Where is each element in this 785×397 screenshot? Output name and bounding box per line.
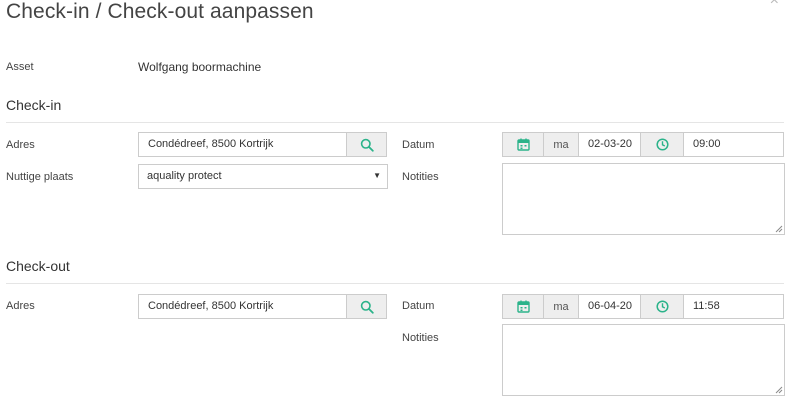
checkout-date-input[interactable]: 06-04-20 xyxy=(578,294,641,319)
search-icon xyxy=(360,300,374,314)
checkin-calendar-button[interactable] xyxy=(502,132,544,157)
checkin-place-select[interactable]: aquality protect ▼ xyxy=(138,164,388,189)
checkout-notes-label: Notities xyxy=(402,332,439,344)
close-icon[interactable]: × xyxy=(770,0,779,10)
checkout-date-label: Datum xyxy=(402,300,435,312)
asset-value: Wolfgang boormachine xyxy=(138,60,262,74)
checkout-calendar-button[interactable] xyxy=(502,294,544,319)
checkin-address-search-button[interactable] xyxy=(346,132,387,157)
resize-grip-icon[interactable] xyxy=(775,225,783,233)
checkout-notes-textarea[interactable] xyxy=(502,324,785,396)
checkin-time-input[interactable]: 09:00 xyxy=(683,132,784,157)
checkin-date-input[interactable]: 02-03-20 xyxy=(578,132,641,157)
checkout-time-input[interactable]: 11:58 xyxy=(683,294,784,319)
checkout-address-label: Adres xyxy=(6,300,35,312)
divider xyxy=(6,122,784,123)
checkin-notes-label: Notities xyxy=(402,171,439,183)
checkout-clock-button[interactable] xyxy=(640,294,684,319)
checkin-notes-textarea[interactable] xyxy=(502,163,785,235)
checkout-address-search-button[interactable] xyxy=(346,294,387,319)
resize-grip-icon[interactable] xyxy=(775,386,783,394)
checkin-day-addon: ma xyxy=(543,132,579,157)
checkin-address-input[interactable]: Condédreef, 8500 Kortrijk xyxy=(138,132,347,157)
checkin-heading: Check-in xyxy=(6,97,62,113)
checkin-clock-button[interactable] xyxy=(640,132,684,157)
search-icon xyxy=(360,138,374,152)
clock-icon xyxy=(655,138,669,151)
checkout-heading: Check-out xyxy=(6,258,70,274)
calendar-icon xyxy=(516,138,530,151)
checkin-place-label: Nuttige plaats xyxy=(6,171,74,183)
checkout-day-addon: ma xyxy=(543,294,579,319)
asset-label: Asset xyxy=(6,61,34,73)
calendar-icon xyxy=(516,300,530,313)
checkin-place-value: aquality protect xyxy=(147,170,222,182)
divider xyxy=(6,283,784,284)
checkin-date-label: Datum xyxy=(402,139,435,151)
modal-title: Check-in / Check-out aanpassen xyxy=(6,0,314,23)
clock-icon xyxy=(655,300,669,313)
checkin-address-label: Adres xyxy=(6,139,35,151)
caret-down-icon: ▼ xyxy=(373,171,381,180)
checkout-address-input[interactable]: Condédreef, 8500 Kortrijk xyxy=(138,294,347,319)
